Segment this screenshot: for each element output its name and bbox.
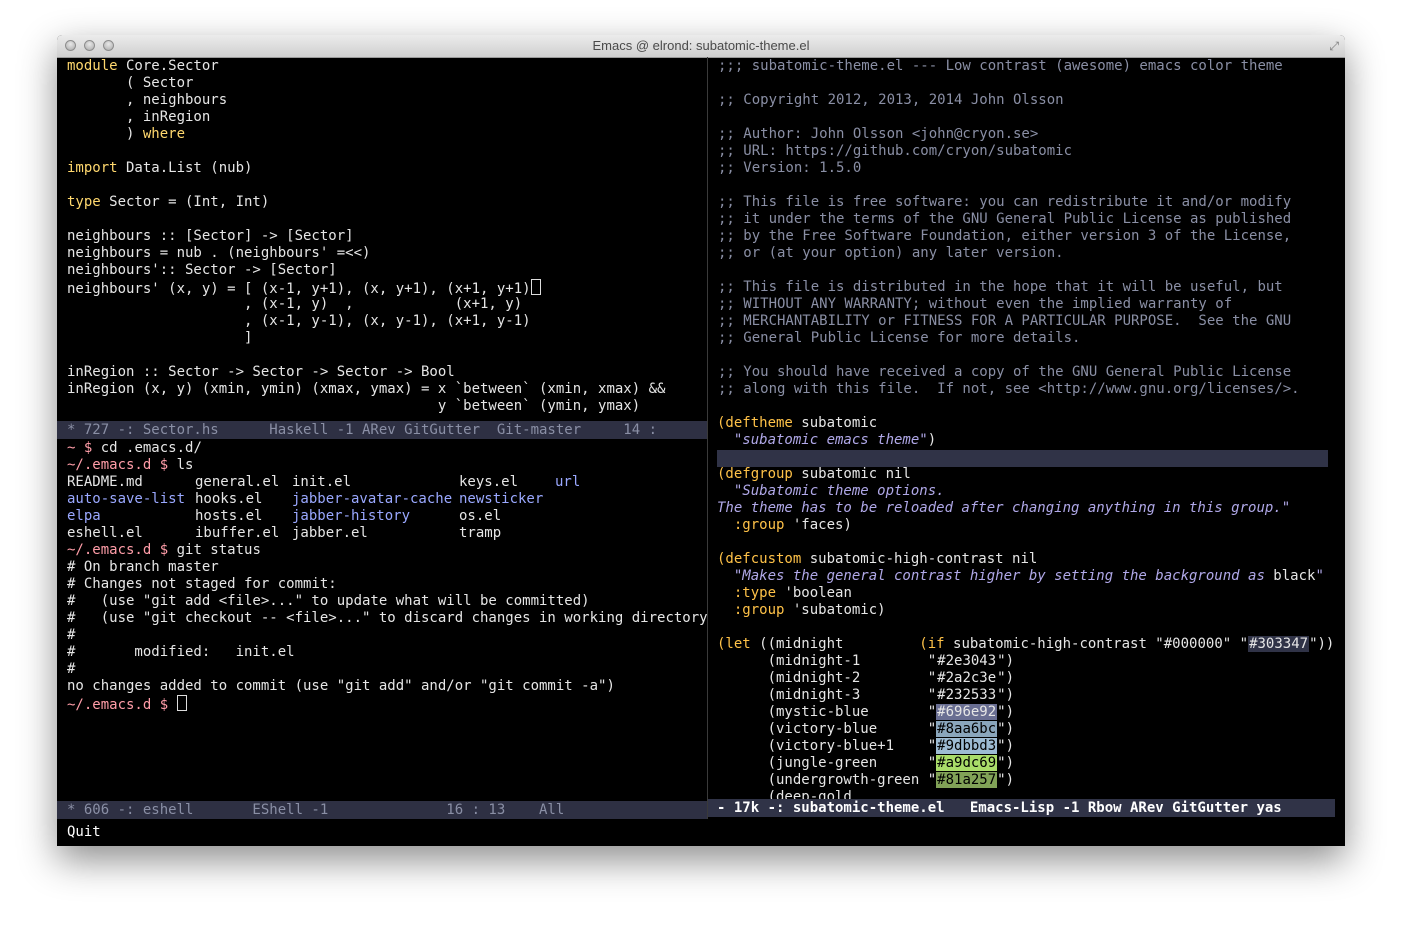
palette-entry: (jungle-green "#a9dc69"): [717, 755, 1015, 771]
color-swatch: #2e3043: [936, 653, 998, 669]
haskell-buffer[interactable]: module Core.Sector ( Sector , neighbours…: [57, 57, 707, 423]
color-swatch: #8aa6bc: [936, 721, 998, 737]
hl-line: [717, 450, 1328, 467]
palette-entry: (midnight-3 "#232533"): [717, 687, 1015, 703]
code-line: , neighbours: [67, 92, 228, 108]
minibuffer-message: Quit: [67, 824, 101, 840]
elisp-buffer[interactable]: ;;; subatomic-theme.el --- Low contrast …: [708, 57, 1345, 799]
code-line: neighbours' (x, y) = [ (x-1, y+1), (x, y…: [67, 279, 541, 297]
code-line: neighbours':: Sector -> [Sector]: [67, 262, 337, 278]
palette-entry: (victory-blue+1 "#9dbbd3"): [717, 738, 1015, 754]
code-line: , (x-1, y) , (x+1, y): [67, 296, 523, 312]
code-line: ( Sector: [67, 75, 194, 91]
fullscreen-icon[interactable]: ⤢: [1329, 39, 1339, 54]
eshell-buffer[interactable]: ~ $ cd .emacs.d/ ~/.emacs.d $ ls README.…: [57, 439, 707, 801]
code-line: , inRegion: [67, 109, 211, 125]
eshell-modeline[interactable]: * 606 -: eshell EShell -1 16 : 13 All: [57, 801, 707, 819]
code-line: y `between` (ymin, ymax): [67, 398, 641, 414]
ls-dir: auto-save-list: [67, 491, 186, 507]
code-line: inRegion :: Sector -> Sector -> Sector -…: [67, 364, 455, 380]
code-line: type Sector = (Int, Int): [67, 194, 270, 210]
color-swatch: #2a2c3e: [936, 670, 998, 686]
color-swatch: #232533: [936, 687, 998, 703]
color-swatch: #a9dc69: [936, 755, 998, 771]
haskell-modeline[interactable]: * 727 -: Sector.hs Haskell -1 ARev GitGu…: [57, 421, 707, 439]
code-line: inRegion (x, y) (xmin, ymin) (xmax, ymax…: [67, 381, 666, 397]
elisp-modeline[interactable]: - 17k -: subatomic-theme.el Emacs-Lisp -…: [708, 799, 1335, 817]
text-cursor: [530, 279, 541, 295]
palette-entry: (mystic-blue "#696e92"): [717, 704, 1015, 720]
emacs-window: Emacs @ elrond: subatomic-theme.el ⤢ mod…: [57, 35, 1345, 846]
code-line: ]: [67, 330, 253, 346]
palette-entry: (midnight-2 "#2a2c3e"): [717, 670, 1015, 686]
palette-entry: (victory-blue "#8aa6bc"): [717, 721, 1015, 737]
code-line: neighbours :: [Sector] -> [Sector]: [67, 228, 354, 244]
code-line: neighbours = nub . (neighbours' =<<): [67, 245, 371, 261]
code-line: , (x-1, y-1), (x, y-1), (x+1, y-1): [67, 313, 531, 329]
title-bar[interactable]: Emacs @ elrond: subatomic-theme.el ⤢: [57, 35, 1345, 58]
palette-entry: (midnight-1 "#2e3043"): [717, 653, 1015, 669]
window-title: Emacs @ elrond: subatomic-theme.el: [592, 38, 810, 53]
text-cursor: [176, 695, 187, 711]
color-swatch: #81a257: [936, 772, 998, 788]
code-line: import Data.List (nub): [67, 160, 253, 176]
color-swatch: #696e92: [936, 704, 998, 720]
color-swatch: #9dbbd3: [936, 738, 998, 754]
code-line: module Core.Sector: [67, 58, 219, 74]
code-line: ) where: [67, 126, 186, 142]
palette-entry: (undergrowth-green "#81a257"): [717, 772, 1015, 788]
minibuffer[interactable]: Quit: [57, 819, 1345, 846]
